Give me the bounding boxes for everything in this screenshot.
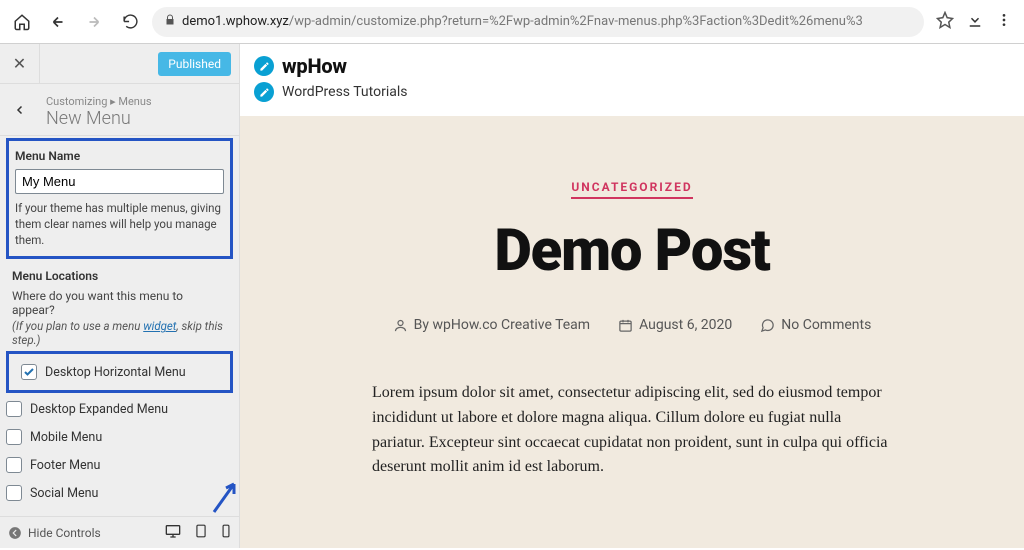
back-chevron-icon[interactable] [0,84,40,136]
location-label: Desktop Horizontal Menu [45,365,186,380]
location-social: Social Menu [0,479,239,507]
site-preview: wpHow WordPress Tutorials UNCATEGORIZED … [240,44,1024,548]
reload-icon[interactable] [116,8,144,36]
edit-shortcut-icon[interactable] [254,56,274,76]
menu-locations-label: Menu Locations [12,269,233,283]
url-host: demo1.wphow.xyz [182,14,289,29]
site-tagline[interactable]: WordPress Tutorials [282,84,407,100]
next-hint: Click "Next" to start adding links to yo… [0,507,239,516]
url-path: /wp-admin/customize.php?return=%2Fwp-adm… [289,14,863,29]
sidebar-footer: Hide Controls [0,516,239,548]
location-label: Desktop Expanded Menu [30,402,168,417]
post-author: By wpHow.co Creative Team [393,317,590,333]
browser-toolbar: demo1.wphow.xyz /wp-admin/customize.php?… [0,0,1024,44]
post-date: August 6, 2020 [618,317,732,333]
post-body: Lorem ipsum dolor sit amet, consectetur … [372,381,892,480]
close-icon[interactable]: ✕ [0,44,40,84]
menu-name-label: Menu Name [15,149,224,163]
download-icon[interactable] [966,11,984,33]
home-icon[interactable] [8,8,36,36]
breadcrumb: Customizing ▸ Menus [46,95,152,108]
menu-icon[interactable] [996,12,1012,32]
location-desktop-horizontal: Desktop Horizontal Menu [6,351,233,393]
checkbox-mobile[interactable] [6,429,22,445]
publish-button[interactable]: Published [158,52,231,76]
panel-title: New Menu [46,108,152,129]
desktop-preview-icon[interactable] [165,524,181,541]
tablet-preview-icon[interactable] [195,524,207,541]
locations-note: (If you plan to use a menu widget, skip … [12,319,227,347]
location-label: Mobile Menu [30,430,102,445]
checkbox-footer[interactable] [6,457,22,473]
checkbox-desktop-expanded[interactable] [6,401,22,417]
post-title: Demo Post [300,217,964,285]
forward-icon [80,8,108,36]
menu-name-help: If your theme has multiple menus, giving… [15,200,224,248]
location-footer: Footer Menu [0,451,239,479]
widget-link[interactable]: widget [143,319,176,333]
post-category[interactable]: UNCATEGORIZED [571,180,692,199]
hide-controls-button[interactable]: Hide Controls [8,526,101,540]
post-meta: By wpHow.co Creative Team August 6, 2020… [300,317,964,333]
customizer-sidebar: ✕ Published Customizing ▸ Menus New Menu… [0,44,240,548]
menu-name-section: Menu Name If your theme has multiple men… [6,138,233,259]
comment-icon [760,318,775,333]
calendar-icon [618,318,633,333]
mobile-preview-icon[interactable] [221,524,231,541]
address-bar[interactable]: demo1.wphow.xyz /wp-admin/customize.php?… [152,7,924,37]
lock-icon [164,14,176,30]
checkbox-desktop-horizontal[interactable] [21,364,37,380]
back-icon[interactable] [44,8,72,36]
edit-shortcut-icon[interactable] [254,82,274,102]
post-comments[interactable]: No Comments [760,317,871,333]
hide-controls-label: Hide Controls [28,526,101,540]
location-label: Social Menu [30,486,98,501]
location-mobile: Mobile Menu [0,423,239,451]
site-title[interactable]: wpHow [282,54,347,78]
location-label: Footer Menu [30,458,100,473]
star-icon[interactable] [936,11,954,33]
person-icon [393,318,408,333]
menu-name-input[interactable] [15,169,224,194]
location-desktop-expanded: Desktop Expanded Menu [0,395,239,423]
locations-where: Where do you want this menu to appear? [12,289,227,317]
checkbox-social[interactable] [6,485,22,501]
